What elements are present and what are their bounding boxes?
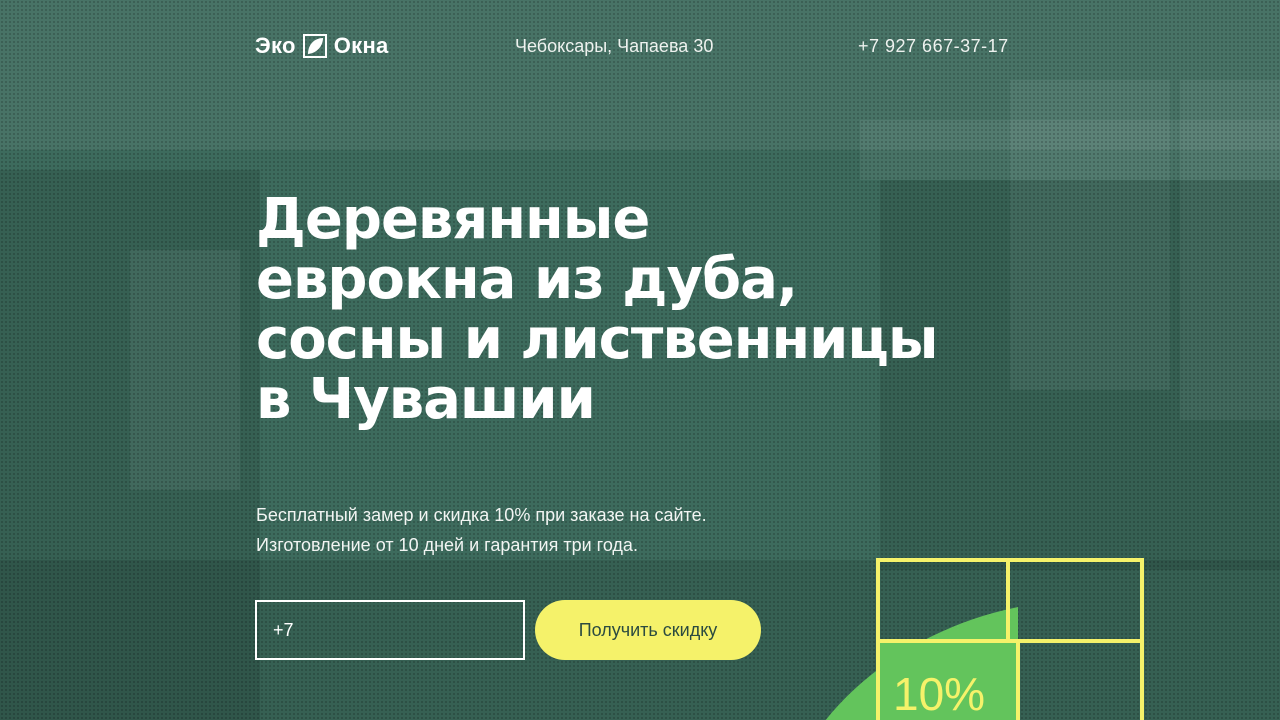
- window-leaf-graphic: [825, 558, 1144, 720]
- logo[interactable]: Эко Окна: [255, 33, 389, 59]
- logo-word-okna: Окна: [333, 33, 389, 58]
- logo-word-eko: Эко: [255, 33, 296, 58]
- title-line: еврокна из дуба,: [256, 247, 798, 312]
- title-line: в Чувашии: [256, 367, 596, 432]
- phone-input[interactable]: [255, 600, 525, 660]
- discount-percent: 10%: [893, 668, 986, 720]
- subtitle-line: Изготовление от 10 дней и гарантия три г…: [256, 535, 638, 555]
- title-line: Деревянные: [256, 187, 650, 252]
- address: Чебоксары, Чапаева 30: [515, 36, 714, 56]
- leaf-icon: [302, 34, 327, 58]
- subtitle: Бесплатный замер и скидка 10% при заказе…: [256, 500, 707, 560]
- get-discount-button[interactable]: Получить скидку: [535, 600, 761, 660]
- header: Эко Окна Чебоксары, Чапаева 30 +7 927 66…: [0, 30, 1280, 64]
- phone-number[interactable]: +7 927 667-37-17: [858, 36, 1009, 57]
- subtitle-line: Бесплатный замер и скидка 10% при заказе…: [256, 505, 707, 525]
- title-line: сосны и лиственницы: [256, 307, 939, 372]
- page-title: Деревянные еврокна из дуба, сосны и лист…: [256, 190, 1156, 430]
- discount-badge: 10%: [818, 555, 1158, 720]
